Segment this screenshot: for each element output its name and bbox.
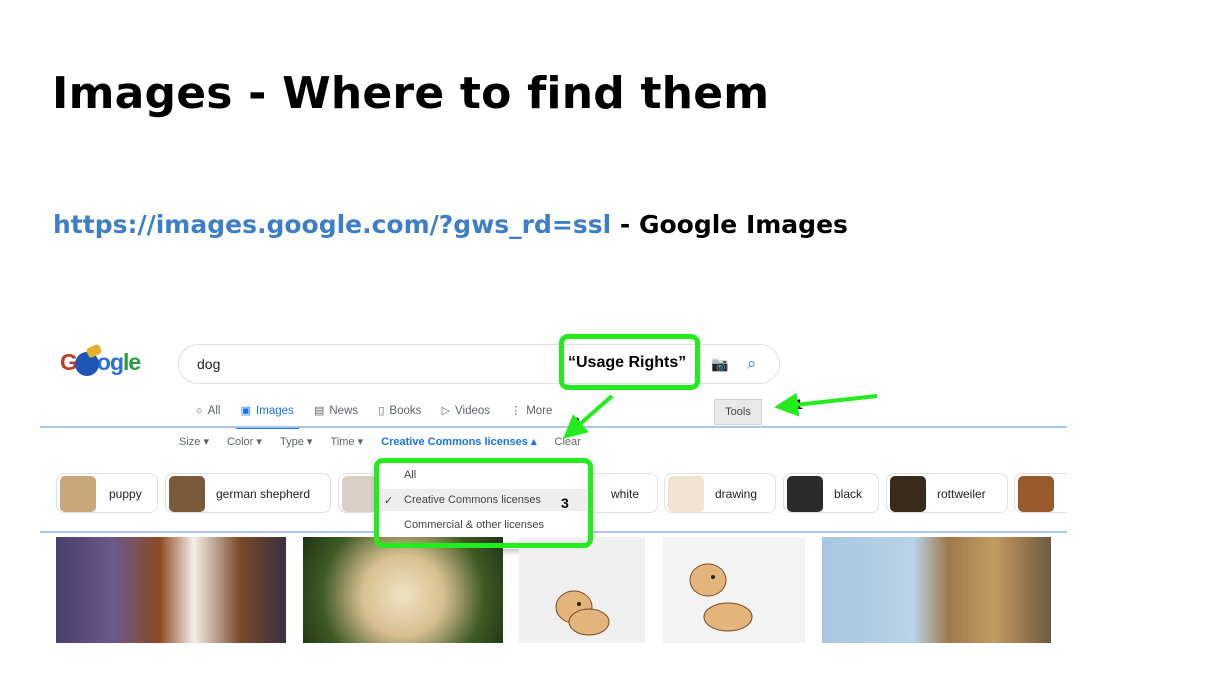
annotation-arrows — [562, 392, 878, 439]
arrow-to-filter — [562, 394, 614, 439]
arrow-to-tools — [774, 392, 878, 417]
